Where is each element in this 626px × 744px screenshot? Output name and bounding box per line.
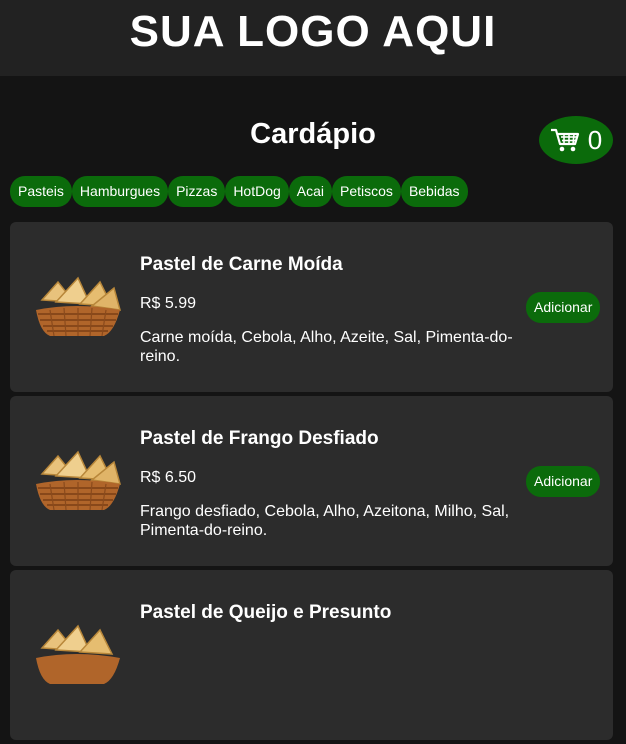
product-name: Pastel de Queijo e Presunto: [140, 602, 392, 623]
product-name: Pastel de Frango Desfiado: [140, 428, 379, 449]
pastel-image: [36, 450, 122, 511]
product-card: Pastel de Queijo e Presunto: [10, 570, 613, 740]
add-to-cart-button[interactable]: Adicionar: [526, 466, 601, 497]
product-price: R$ 5.99: [140, 295, 197, 312]
category-hotdog[interactable]: HotDog: [225, 176, 289, 207]
category-bebidas[interactable]: Bebidas: [400, 176, 468, 207]
category-acai[interactable]: Acai: [288, 176, 333, 207]
product-list: Pastel de Carne Moída R$ 5.99 Carne moíd…: [10, 222, 613, 744]
header-bar: SUA LOGO AQUI: [0, 0, 626, 76]
product-card: Pastel de Carne Moída R$ 5.99 Carne moíd…: [10, 222, 613, 392]
cart-button[interactable]: 0: [539, 116, 613, 164]
category-petiscos[interactable]: Petiscos: [332, 176, 401, 207]
category-pasteis[interactable]: Pasteis: [10, 176, 72, 207]
logo-text: SUA LOGO AQUI: [129, 7, 497, 56]
pastel-image: [36, 624, 120, 684]
pastel-image: [36, 276, 122, 337]
category-hamburgues[interactable]: Hamburgues: [71, 176, 169, 207]
add-to-cart-button[interactable]: Adicionar: [526, 292, 601, 323]
product-price: R$ 6.50: [140, 469, 197, 486]
product-description: Frango desfiado, Cebola, Alho, Azeitona,…: [140, 503, 510, 539]
page-title: Cardápio: [250, 118, 376, 150]
cart-icon: [550, 128, 579, 152]
product-card: Pastel de Frango Desfiado R$ 6.50 Frango…: [10, 396, 613, 566]
product-description: Carne moída, Cebola, Alho, Azeite, Sal, …: [140, 329, 513, 365]
product-name: Pastel de Carne Moída: [140, 254, 343, 275]
category-nav: Pasteis Hamburgues Pizzas HotDog Acai Pe…: [10, 176, 468, 207]
cart-count: 0: [587, 125, 603, 155]
category-pizzas[interactable]: Pizzas: [168, 176, 226, 207]
